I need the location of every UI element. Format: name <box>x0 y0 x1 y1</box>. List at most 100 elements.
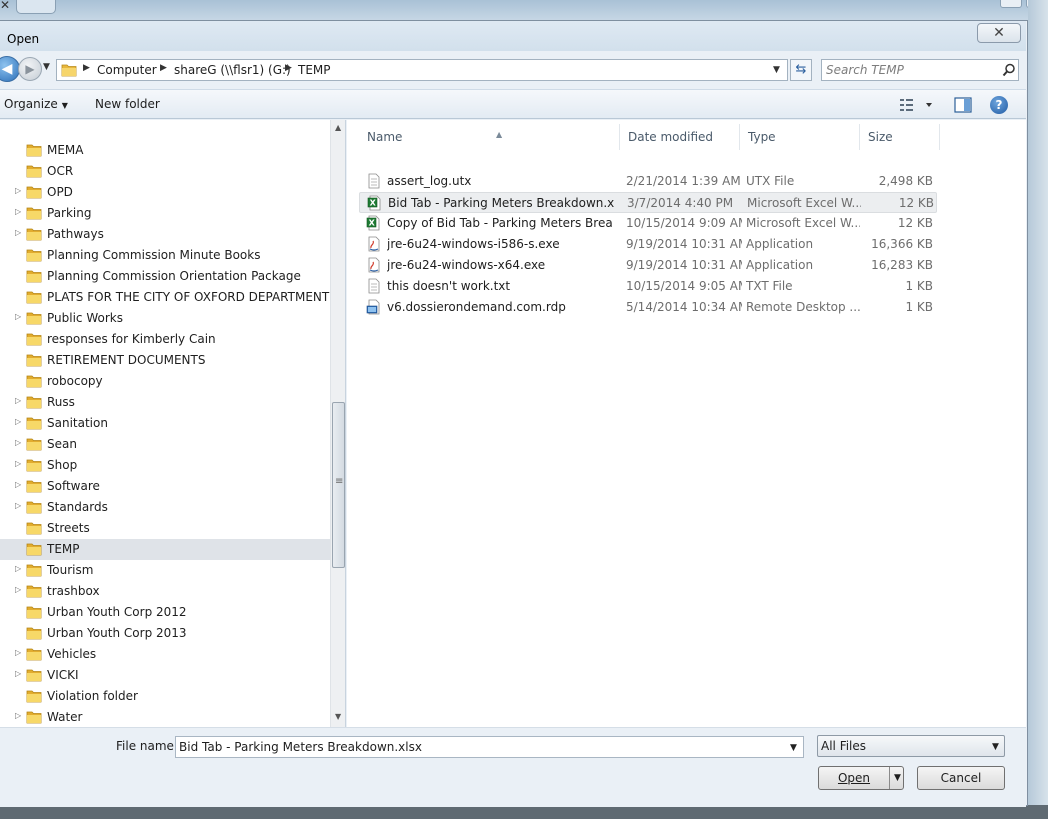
expand-arrow-icon[interactable]: ▷ <box>15 564 21 573</box>
taskbar-strip <box>0 805 1048 819</box>
scroll-up-icon[interactable]: ▲ <box>335 123 341 132</box>
back-button[interactable]: ◀ <box>0 56 20 82</box>
tree-item[interactable]: ▷ Standards <box>0 497 330 518</box>
breadcrumb-separator-icon[interactable]: ▶ <box>285 63 292 73</box>
expand-arrow-icon[interactable]: ▷ <box>15 711 21 720</box>
tree-item[interactable]: Planning Commission Orientation Package <box>0 266 330 287</box>
expand-arrow-icon[interactable]: ▷ <box>15 396 21 405</box>
address-dropdown-icon[interactable]: ▼ <box>773 65 780 75</box>
preview-pane-button[interactable] <box>953 96 973 114</box>
tree-item[interactable]: ▷ Water <box>0 707 330 727</box>
breadcrumb-separator-icon[interactable]: ▶ <box>160 63 167 73</box>
file-row[interactable]: v6.dossierondemand.com.rdp 5/14/2014 10:3… <box>359 297 937 318</box>
tree-item[interactable]: responses for Kimberly Cain <box>0 329 330 350</box>
close-icon: ✕ <box>993 25 1005 41</box>
tree-item[interactable]: Urban Youth Corp 2012 <box>0 602 330 623</box>
address-bar[interactable]: ▶ Computer ▶ shareG (\\flsr1) (G:) ▶ TEM… <box>56 59 788 81</box>
file-name-cell: jre-6u24-windows-x64.exe <box>387 258 546 272</box>
tree-item[interactable]: Planning Commission Minute Books <box>0 245 330 266</box>
file-name-input[interactable] <box>179 739 779 755</box>
tree-item[interactable]: ▷ VICKI <box>0 665 330 686</box>
expand-arrow-icon[interactable]: ▷ <box>15 459 21 468</box>
navigation-scrollbar[interactable]: ▲ ≡ ▼ <box>330 120 345 727</box>
tree-item[interactable]: ▷ Software <box>0 476 330 497</box>
expand-arrow-icon[interactable]: ▷ <box>15 480 21 489</box>
file-name-dropdown-icon[interactable]: ▼ <box>790 743 797 753</box>
expand-arrow-icon[interactable]: ▷ <box>15 438 21 447</box>
scroll-down-icon[interactable]: ▼ <box>335 712 341 721</box>
tree-item[interactable]: ▷ trashbox <box>0 581 330 602</box>
breadcrumb-shareg[interactable]: shareG (\\flsr1) (G:) <box>174 63 291 77</box>
search-icon[interactable] <box>1002 63 1016 77</box>
expand-arrow-icon[interactable]: ▷ <box>15 186 21 195</box>
expand-arrow-icon[interactable]: ▷ <box>15 648 21 657</box>
tree-item[interactable]: ▷ Shop <box>0 455 330 476</box>
recent-locations-dropdown[interactable]: ▼ <box>43 62 50 72</box>
file-row[interactable]: this doesn't work.txt 10/15/2014 9:05 AM T… <box>359 276 937 297</box>
tree-item[interactable]: ▷ Parking <box>0 203 330 224</box>
column-header-name[interactable]: Name ▲ <box>359 124 620 150</box>
breadcrumb-computer[interactable]: Computer <box>97 63 157 77</box>
column-header-date[interactable]: Date modified <box>620 124 740 150</box>
expand-arrow-icon[interactable]: ▷ <box>15 312 21 321</box>
tree-item-label: trashbox <box>47 584 100 598</box>
change-view-button[interactable] <box>898 96 938 114</box>
search-input[interactable] <box>826 62 996 78</box>
expand-arrow-icon[interactable]: ▷ <box>15 501 21 510</box>
scrollbar-thumb[interactable]: ≡ <box>332 402 345 568</box>
tree-item[interactable]: OCR <box>0 161 330 182</box>
file-name-combo[interactable]: ▼ <box>175 736 804 758</box>
close-button[interactable]: ✕ <box>977 23 1021 43</box>
tree-item[interactable]: ▷ Sean <box>0 434 330 455</box>
file-row[interactable]: X Bid Tab - Parking Meters Breakdown.xlsx… <box>359 192 937 213</box>
organize-button[interactable]: Organize ▼ <box>4 97 68 111</box>
tree-item[interactable]: ▷ Russ <box>0 392 330 413</box>
open-button[interactable]: Open <box>819 767 889 789</box>
expand-arrow-icon[interactable]: ▷ <box>15 207 21 216</box>
chevron-down-icon: ▼ <box>61 101 68 110</box>
tree-item[interactable]: Violation folder <box>0 686 330 707</box>
help-button[interactable]: ? <box>990 96 1008 114</box>
tree-item-label: Sean <box>47 437 77 451</box>
open-options-dropdown-icon[interactable]: ▼ <box>889 767 905 789</box>
file-row[interactable]: assert_log.utx 2/21/2014 1:39 AM UTX File 2… <box>359 171 937 192</box>
new-folder-button[interactable]: New folder <box>95 97 160 111</box>
file-type-select[interactable]: All Files ▼ <box>817 735 1005 757</box>
file-name-cell: assert_log.utx <box>387 174 472 188</box>
file-size-cell: 16,283 KB <box>871 258 933 272</box>
tree-item[interactable]: ▷ Public Works <box>0 308 330 329</box>
breadcrumb-separator-icon[interactable]: ▶ <box>83 63 90 73</box>
tree-item[interactable]: Urban Youth Corp 2013 <box>0 623 330 644</box>
navigation-bar: ◀ ▶ ▼ ▶ Computer ▶ shareG (\\flsr1) (G:)… <box>0 55 1026 85</box>
open-split-button[interactable]: Open ▼ <box>818 766 904 790</box>
tree-item[interactable]: PLATS FOR THE CITY OF OXFORD DEPARTMENT … <box>0 287 330 308</box>
column-header-type[interactable]: Type <box>740 124 860 150</box>
cancel-button[interactable]: Cancel <box>917 766 1005 790</box>
expand-arrow-icon[interactable]: ▷ <box>15 417 21 426</box>
folder-icon <box>26 564 42 577</box>
refresh-button[interactable]: ⇆ <box>790 59 812 81</box>
file-row[interactable]: jre-6u24-windows-x64.exe 9/19/2014 10:31 … <box>359 255 937 276</box>
tree-item[interactable]: TEMP <box>0 539 330 560</box>
tree-item[interactable]: ▷ Vehicles <box>0 644 330 665</box>
tree-item[interactable]: ▷ OPD <box>0 182 330 203</box>
open-file-dialog: Open ✕ ◀ ▶ ▼ ▶ Computer ▶ shareG (\\flsr… <box>0 20 1028 807</box>
forward-button[interactable]: ▶ <box>18 57 42 81</box>
file-row[interactable]: X Copy of Bid Tab - Parking Meters Breakd… <box>359 213 937 234</box>
tree-item[interactable]: ▷ Sanitation <box>0 413 330 434</box>
tree-item[interactable]: ▷ Tourism <box>0 560 330 581</box>
file-size-cell: 16,366 KB <box>871 237 933 251</box>
tree-item[interactable]: RETIREMENT DOCUMENTS <box>0 350 330 371</box>
expand-arrow-icon[interactable]: ▷ <box>15 585 21 594</box>
breadcrumb-temp[interactable]: TEMP <box>298 63 331 77</box>
tree-item[interactable]: robocopy <box>0 371 330 392</box>
expand-arrow-icon[interactable]: ▷ <box>15 228 21 237</box>
tree-item[interactable]: Streets <box>0 518 330 539</box>
file-row[interactable]: jre-6u24-windows-i586-s.exe 9/19/2014 10:… <box>359 234 937 255</box>
column-header-size[interactable]: Size <box>860 124 940 150</box>
search-box[interactable] <box>821 59 1019 81</box>
expand-arrow-icon[interactable]: ▷ <box>15 669 21 678</box>
tree-item[interactable]: ▷ Pathways <box>0 224 330 245</box>
folder-icon <box>26 186 42 199</box>
tree-item[interactable]: MEMA <box>0 140 330 161</box>
